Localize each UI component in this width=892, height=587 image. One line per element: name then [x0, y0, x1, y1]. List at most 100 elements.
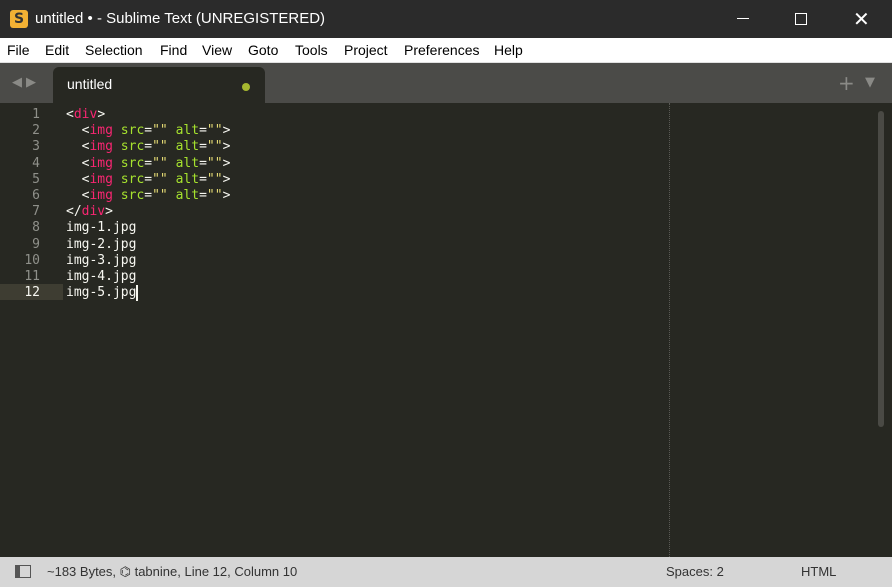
code-token: = [144, 139, 153, 155]
line-number: 6 [32, 188, 40, 203]
code-token: "" [152, 171, 168, 187]
show-panel-icon[interactable] [15, 565, 31, 578]
line-number: 3 [32, 139, 40, 155]
maximize-button[interactable] [772, 0, 830, 38]
status-info: ~183 Bytes, ⌬ tabnine, Line 12, Column 1… [47, 564, 298, 579]
menu-preferences[interactable]: Preferences [404, 42, 479, 58]
code-token: img [89, 188, 113, 203]
code-token: img-5.jpg [66, 285, 137, 301]
line-number: 11 [24, 269, 40, 284]
status-bar: ~183 Bytes, ⌬ tabnine, Line 12, Column 1… [0, 557, 892, 587]
code-token: > [97, 107, 106, 122]
plus-icon[interactable]: + [838, 71, 855, 95]
menu-project[interactable]: Project [344, 42, 388, 58]
code-token: img-3.jpg [66, 252, 137, 268]
line-number: 7 [32, 204, 40, 220]
sublime-text-icon: S [10, 10, 28, 28]
code-token: div [73, 107, 98, 122]
code-line[interactable]: img-4.jpg [66, 269, 136, 285]
code-token: > [105, 204, 113, 220]
menu-selection[interactable]: Selection [85, 42, 143, 58]
line-number: 9 [32, 236, 40, 252]
menu-bar: File Edit Selection Find View Goto Tools… [0, 38, 892, 63]
window-title: untitled • - Sublime Text (UNREGISTERED) [35, 10, 326, 27]
menu-find[interactable]: Find [160, 42, 187, 58]
ruler-guide [669, 103, 670, 557]
code-token: > [222, 155, 231, 171]
code-token: alt [175, 139, 200, 155]
code-token: src [120, 188, 145, 203]
line-number: 4 [32, 155, 40, 171]
code-token: > [222, 171, 231, 187]
title-bar: S untitled • - Sublime Text (UNREGISTERE… [0, 0, 892, 38]
code-token: = [199, 171, 207, 187]
code-token: img [89, 171, 113, 187]
indentation-status[interactable]: Spaces: 2 [666, 564, 724, 579]
tab-label: untitled [67, 76, 113, 92]
minimize-button[interactable] [714, 0, 772, 38]
code-token: > [222, 188, 231, 203]
code-line[interactable]: img-3.jpg [66, 253, 136, 269]
code-token: = [144, 171, 153, 187]
menu-edit[interactable]: Edit [45, 42, 69, 58]
code-token: alt [175, 188, 200, 203]
close-button[interactable]: ✕ [831, 0, 889, 38]
menu-view[interactable]: View [202, 42, 232, 58]
code-token: = [144, 155, 153, 171]
code-token: alt [175, 123, 200, 139]
code-token: img [89, 123, 113, 139]
tab-untitled[interactable]: untitled [53, 67, 265, 103]
code-token: img-2.jpg [66, 236, 137, 252]
menu-file[interactable]: File [7, 42, 30, 58]
line-number-gutter: 1 2 3 4 5 6 7 8 9 10 11 12 [0, 103, 50, 557]
editor-area[interactable]: 1 2 3 4 5 6 7 8 9 10 11 12 <div> <img src="" alt=""… [0, 103, 892, 557]
code-token: src [120, 139, 145, 155]
code-token: src [120, 155, 145, 171]
code-token: src [120, 171, 145, 187]
unsaved-dot-icon[interactable] [242, 83, 250, 91]
scrollbar-thumb[interactable] [878, 111, 884, 427]
code-token: > [222, 123, 231, 139]
code-token: "" [152, 123, 168, 139]
code-line[interactable]: <img src="" alt=""> [66, 123, 231, 139]
code-line[interactable]: <img src="" alt=""> [66, 188, 231, 204]
code-token: "" [206, 123, 223, 139]
code-token: "" [206, 188, 223, 203]
close-icon: ✕ [853, 7, 870, 31]
code-line[interactable]: img-1.jpg [66, 220, 136, 236]
code-line[interactable]: <img src="" alt=""> [66, 139, 231, 155]
nav-arrows-icon[interactable]: ◀▶ [12, 75, 40, 90]
menu-help[interactable]: Help [494, 42, 523, 58]
code-line[interactable]: img-2.jpg [66, 237, 136, 253]
code-token: img [89, 155, 113, 171]
minimize-icon [737, 18, 749, 19]
menu-tools[interactable]: Tools [295, 42, 328, 58]
code-token: "" [206, 139, 223, 155]
code-line[interactable]: <div> [66, 107, 105, 123]
code-line[interactable]: <img src="" alt=""> [66, 171, 231, 188]
code-token: "" [152, 188, 168, 203]
line-number: 1 [32, 107, 40, 122]
code-token: "" [152, 139, 168, 155]
line-number: 10 [24, 252, 40, 268]
code-token: > [222, 139, 231, 155]
code-line[interactable]: <img src="" alt=""> [66, 155, 231, 172]
menu-goto[interactable]: Goto [248, 42, 278, 58]
code-line[interactable]: img-5.jpg [66, 285, 139, 302]
code-line[interactable]: </div> [66, 204, 113, 220]
syntax-status[interactable]: HTML [801, 564, 836, 579]
line-number: 12 [24, 285, 40, 301]
dropdown-icon[interactable]: ▼ [865, 75, 875, 90]
